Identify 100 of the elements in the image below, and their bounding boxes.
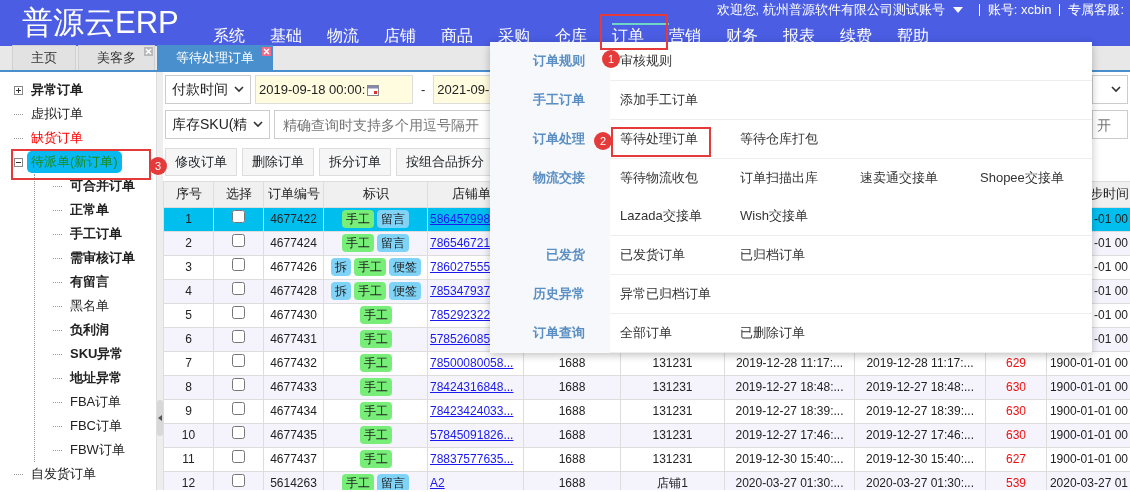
menu-link[interactable]: Wish交接单 xyxy=(740,197,808,235)
table-cell: 131231 xyxy=(620,423,725,447)
nav-item[interactable]: 报表 xyxy=(783,23,840,46)
tab[interactable]: 主页 xyxy=(12,45,76,70)
select-field[interactable] xyxy=(1092,75,1128,104)
menu-link[interactable]: 速卖通交接单 xyxy=(860,159,938,197)
tree-item[interactable]: 需审核订单 xyxy=(66,247,139,269)
table-cell: 2019-12-27 18:39:... xyxy=(724,399,855,423)
app-logo: 普源云ERP xyxy=(21,4,180,42)
row-checkbox[interactable] xyxy=(232,234,245,247)
tag: 手工 xyxy=(359,378,392,396)
row-checkbox[interactable] xyxy=(232,306,245,319)
nav-item[interactable]: 物流 xyxy=(327,23,384,46)
row-checkbox[interactable] xyxy=(232,258,245,271)
column-header[interactable]: 订单编号 xyxy=(263,181,324,207)
table-cell: 9 xyxy=(163,399,214,423)
table-cell: 7 xyxy=(163,351,214,375)
tree-item[interactable]: 手工订单 xyxy=(66,223,126,245)
step-badge: 3 xyxy=(149,157,167,175)
tree-item[interactable]: 地址异常 xyxy=(66,367,126,389)
table-cell: 4677430 xyxy=(263,303,324,327)
tab[interactable]: 美客多 xyxy=(78,45,155,70)
arrow-left-icon xyxy=(158,415,162,421)
table-cell: 6 xyxy=(163,327,214,351)
service-text: 专属客服: xyxy=(1068,1,1124,19)
tree-item[interactable]: 黑名单 xyxy=(66,295,113,317)
action-button[interactable]: 删除订单 xyxy=(242,148,314,176)
tree-item[interactable]: 异常订单 xyxy=(27,79,87,101)
select-field[interactable]: 库存SKU(精 xyxy=(165,110,271,139)
table-cell: 11 xyxy=(163,447,214,471)
nav-item[interactable]: 店铺 xyxy=(384,23,441,46)
table-cell: 1688 xyxy=(523,375,621,399)
table-cell: 131231 xyxy=(620,399,725,423)
row-checkbox[interactable] xyxy=(232,282,245,295)
tag: 手工 xyxy=(342,474,374,490)
column-header[interactable]: 标识 xyxy=(323,181,428,207)
menu-link[interactable]: 已删除订单 xyxy=(740,314,805,352)
menu-link[interactable]: 等待物流收包 xyxy=(620,159,698,197)
table-cell: 2019-12-30 15:40:... xyxy=(854,447,986,471)
collapse-icon[interactable] xyxy=(14,157,23,167)
tree-item[interactable]: FBA订单 xyxy=(66,391,126,413)
date-field[interactable]: 2019-09-18 00:00: xyxy=(255,75,413,104)
table-cell: 1 xyxy=(163,207,214,231)
table-cell: 2019-12-30 15:40:... xyxy=(724,447,855,471)
caret-icon xyxy=(952,6,963,14)
nav-item[interactable]: 营销 xyxy=(669,23,726,46)
tree-item[interactable]: SKU异常 xyxy=(66,343,128,365)
menu-link[interactable]: 全部订单 xyxy=(620,314,672,352)
tree-item[interactable]: 有留言 xyxy=(66,271,113,293)
row-checkbox[interactable] xyxy=(232,426,245,439)
tree-item[interactable]: 虚拟订单 xyxy=(27,103,87,125)
column-header[interactable]: 序号 xyxy=(163,181,214,207)
action-button[interactable]: 拆分订单 xyxy=(319,148,391,176)
tree-item[interactable]: FBC订单 xyxy=(66,415,126,437)
range-separator: - xyxy=(420,80,427,99)
nav-item[interactable]: 帮助 xyxy=(897,23,954,46)
row-checkbox[interactable] xyxy=(232,330,245,343)
action-button[interactable]: 修改订单 xyxy=(165,148,237,176)
menu-link[interactable]: 等待仓库打包 xyxy=(740,120,818,158)
menu-link[interactable]: 已发货订单 xyxy=(620,236,685,274)
menu-link[interactable]: Shopee交接单 xyxy=(980,159,1064,197)
tag: 手工 xyxy=(353,258,386,276)
row-checkbox[interactable] xyxy=(232,378,245,391)
menu-link[interactable]: 异常已归档订单 xyxy=(620,275,711,313)
table-cell: 4677432 xyxy=(263,351,324,375)
order-link[interactable]: A2 xyxy=(430,476,445,490)
select-field[interactable]: 付款时间 xyxy=(165,75,251,104)
row-checkbox[interactable] xyxy=(232,402,245,415)
expand-icon[interactable] xyxy=(14,85,23,95)
tree-item[interactable]: 缺货订单 xyxy=(27,127,87,149)
tag: 手工 xyxy=(359,450,392,468)
menu-section-label: 订单规则 xyxy=(490,42,610,81)
menu-link[interactable]: 订单扫描出库 xyxy=(740,159,818,197)
close-icon[interactable] xyxy=(262,47,271,56)
tree-item[interactable]: 正常单 xyxy=(66,199,113,221)
row-checkbox[interactable] xyxy=(232,474,245,487)
tree-item[interactable]: FBW订单 xyxy=(66,439,129,461)
tag: 留言 xyxy=(377,210,409,228)
nav-item[interactable]: 系统 xyxy=(213,23,270,46)
tree-item[interactable]: 自发货订单 xyxy=(27,463,100,485)
tree-item[interactable]: 负利润 xyxy=(66,319,113,341)
nav-item[interactable]: 续费 xyxy=(840,23,897,46)
table-cell: 3 xyxy=(163,255,214,279)
column-header[interactable]: 选择 xyxy=(213,181,264,207)
tree-item[interactable]: 可合并订单 xyxy=(66,175,139,197)
menu-section-label: 手工订单 xyxy=(490,81,610,120)
row-checkbox[interactable] xyxy=(232,210,245,223)
tag: 留言 xyxy=(377,234,409,252)
row-checkbox[interactable] xyxy=(232,354,245,367)
menu-link[interactable]: Lazada交接单 xyxy=(620,197,702,235)
table-cell: 8 xyxy=(163,375,214,399)
menu-section-label: 历史异常 xyxy=(490,275,610,314)
collapse-handle[interactable] xyxy=(157,400,163,436)
menu-link[interactable]: 已归档订单 xyxy=(740,236,805,274)
row-checkbox[interactable] xyxy=(232,450,245,463)
nav-item[interactable]: 基础 xyxy=(270,23,327,46)
table-cell: 627 xyxy=(985,447,1047,471)
table-cell: 131231 xyxy=(620,375,725,399)
text-field[interactable]: 开 xyxy=(1092,110,1128,139)
chevron-down-icon xyxy=(1111,86,1121,93)
